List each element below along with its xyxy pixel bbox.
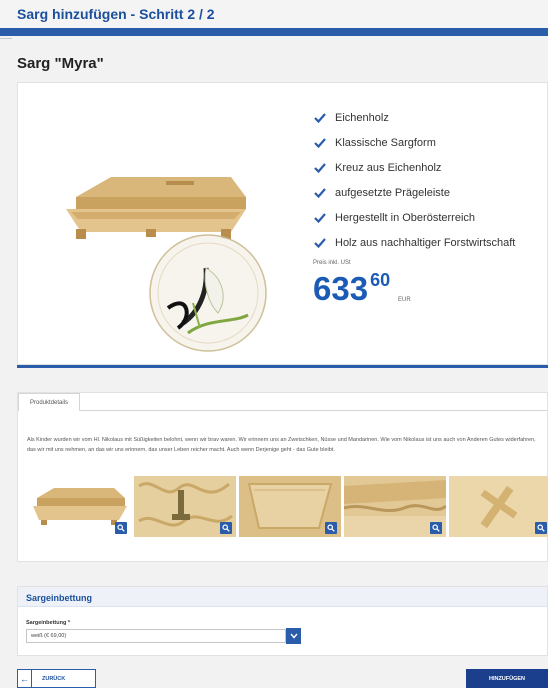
zoom-icon[interactable]	[220, 522, 232, 534]
arrow-left-icon: ←	[18, 670, 32, 687]
check-icon	[314, 112, 326, 123]
tab-product-details[interactable]: Produktdetails	[18, 393, 80, 411]
zoom-icon[interactable]	[430, 522, 442, 534]
brand-seal-logo	[149, 234, 267, 352]
price-decimal: 60	[370, 270, 391, 290]
feature-label: Eichenholz	[335, 111, 389, 124]
feature-item: aufgesetzte Prägeleiste	[313, 180, 515, 205]
divider	[0, 38, 12, 39]
feature-label: Holz aus nachhaltiger Forstwirtschaft	[335, 236, 516, 249]
feature-item: Holz aus nachhaltiger Forstwirtschaft	[313, 230, 515, 255]
product-description: Als Kinder wurden wir vom Hl. Nikolaus m…	[27, 437, 536, 453]
check-icon	[314, 187, 326, 198]
product-title: Sarg "Myra"	[17, 55, 104, 72]
add-button[interactable]: HINZUFÜGEN	[466, 669, 548, 688]
check-icon	[314, 212, 326, 223]
feature-label: aufgesetzte Prägeleiste	[335, 186, 450, 199]
bedding-select[interactable]: weiß (€ 69,00)	[26, 629, 286, 643]
gallery-thumbnail[interactable]	[239, 476, 341, 537]
back-button[interactable]: ← ZURÜCK	[17, 669, 96, 688]
price-label: Preis inkl. USt	[313, 260, 351, 266]
feature-item: Klassische Sargform	[313, 130, 515, 155]
section-title: Sargeinbettung	[18, 587, 547, 607]
price: 633 60	[313, 270, 390, 308]
cross-detail-image	[449, 476, 548, 537]
gallery-thumbnail[interactable]	[29, 476, 131, 537]
header-accent-bar	[0, 28, 548, 36]
check-icon	[314, 237, 326, 248]
chevron-down-icon[interactable]	[286, 628, 301, 644]
back-button-label: ZURÜCK	[42, 675, 66, 682]
zoom-icon[interactable]	[115, 522, 127, 534]
bedding-config-panel: Sargeinbettung Sargeinbettung * weiß (€ …	[17, 586, 548, 656]
zoom-icon[interactable]	[535, 522, 547, 534]
page-header: Sarg hinzufügen - Schritt 2 / 2	[0, 0, 548, 36]
feature-list: Eichenholz Klassische Sargform Kreuz aus…	[313, 105, 515, 255]
gallery-thumbnail[interactable]	[134, 476, 236, 537]
thumbnail-gallery	[29, 476, 548, 537]
price-integer: 633	[313, 270, 369, 307]
feature-label: Klassische Sargform	[335, 136, 436, 149]
card-accent-line	[17, 365, 548, 368]
gallery-thumbnail[interactable]	[449, 476, 548, 537]
product-card: Eichenholz Klassische Sargform Kreuz aus…	[17, 82, 548, 365]
feature-item: Kreuz aus Eichenholz	[313, 155, 515, 180]
zoom-icon[interactable]	[325, 522, 337, 534]
tab-divider	[80, 410, 547, 411]
check-icon	[314, 162, 326, 173]
select-label: Sargeinbettung *	[26, 620, 71, 626]
check-icon	[314, 137, 326, 148]
feature-item: Eichenholz	[313, 105, 515, 130]
page-title: Sarg hinzufügen - Schritt 2 / 2	[17, 6, 215, 22]
feature-label: Hergestellt in Oberösterreich	[335, 211, 476, 224]
feature-label: Kreuz aus Eichenholz	[335, 161, 442, 174]
gallery-thumbnail[interactable]	[344, 476, 446, 537]
price-currency: EUR	[398, 297, 411, 303]
feature-item: Hergestellt in Oberösterreich	[313, 205, 515, 230]
